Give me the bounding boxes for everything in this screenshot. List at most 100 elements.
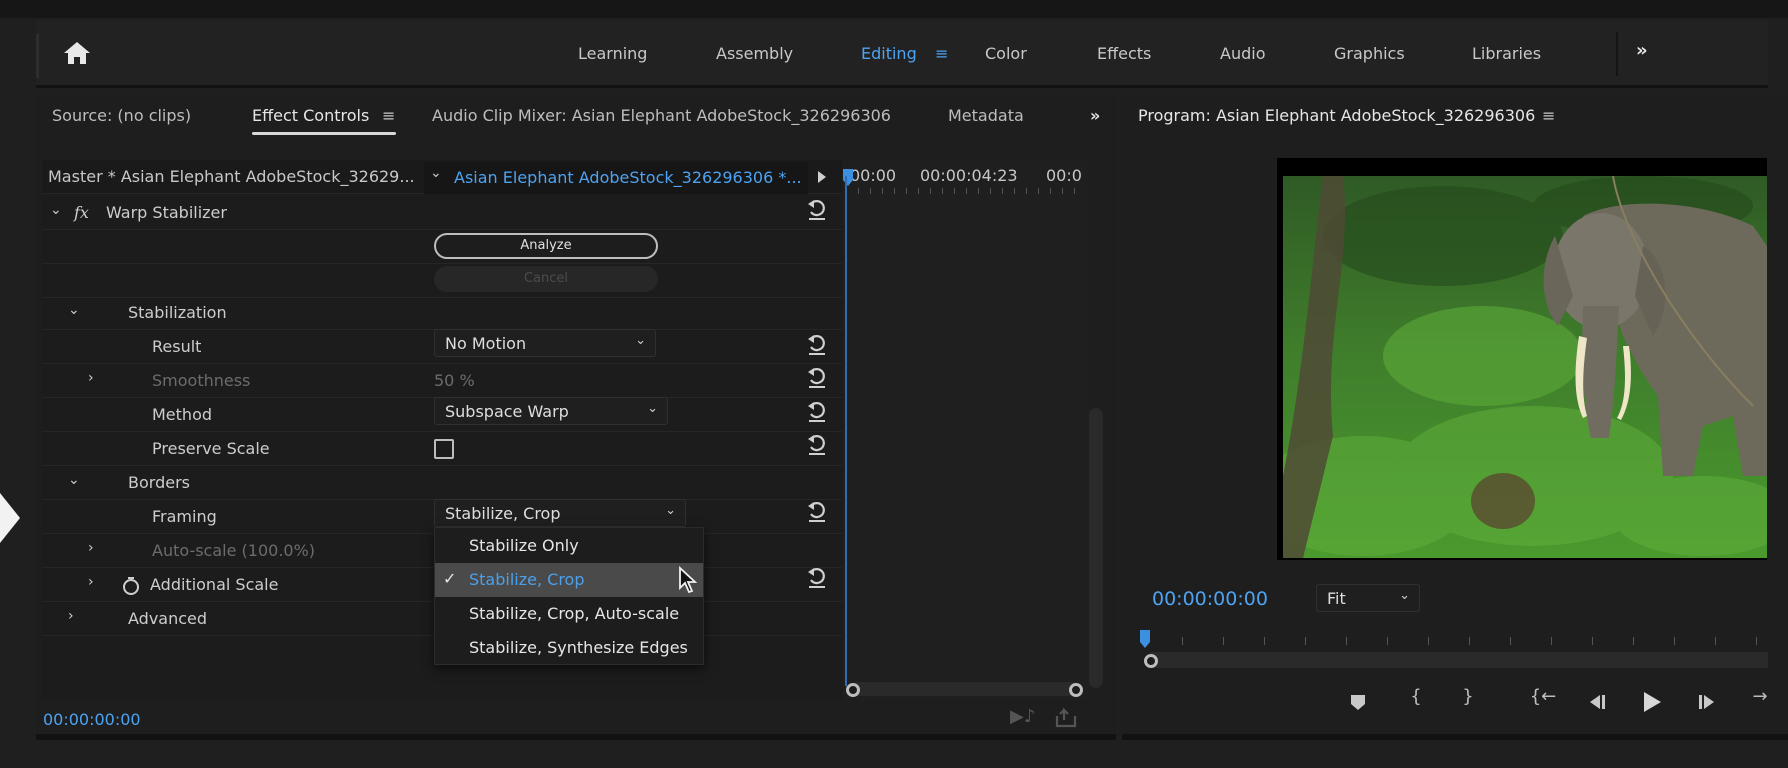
workspace-tab-learning[interactable]: Learning — [578, 44, 647, 63]
zoom-handle-right[interactable] — [1069, 683, 1083, 697]
playhead-icon[interactable] — [842, 168, 854, 188]
menu-item-stabilize-only[interactable]: Stabilize Only — [435, 529, 703, 563]
go-to-out-icon[interactable]: → — [1748, 686, 1772, 710]
workspace-tab-libraries[interactable]: Libraries — [1472, 44, 1541, 63]
framing-dropdown[interactable]: Stabilize, Crop ⌄ — [434, 499, 686, 527]
workspace-tab-color[interactable]: Color — [985, 44, 1027, 63]
tab-metadata[interactable]: Metadata — [948, 106, 1024, 125]
program-zoom-handle[interactable] — [1144, 654, 1158, 668]
effect-row-warp-stabilizer: ⌄ fx Warp Stabilizer — [42, 196, 842, 230]
stopwatch-icon[interactable] — [122, 576, 140, 596]
chevron-down-icon[interactable]: ⌄ — [68, 302, 80, 318]
reset-icon[interactable] — [806, 433, 828, 457]
chevron-right-icon[interactable]: › — [88, 574, 94, 590]
step-back-icon[interactable] — [1586, 692, 1608, 712]
reset-icon[interactable] — [806, 333, 828, 357]
chevron-down-icon: ⌄ — [1399, 588, 1410, 603]
master-clip-label: Master * Asian Elephant AdobeStock_32629… — [48, 167, 415, 186]
editing-menu-icon[interactable]: ≡ — [935, 44, 948, 63]
video-image — [1283, 176, 1767, 558]
cancel-button[interactable]: Cancel — [434, 266, 658, 292]
group-label-stabilization: Stabilization — [128, 303, 227, 322]
method-dropdown[interactable]: Subspace Warp ⌄ — [434, 397, 668, 425]
workspace-tab-assembly[interactable]: Assembly — [716, 44, 793, 63]
menu-item-stabilize-crop[interactable]: ✓ Stabilize, Crop — [435, 563, 703, 597]
reset-icon[interactable] — [806, 500, 828, 524]
workspace-tab-audio[interactable]: Audio — [1220, 44, 1265, 63]
tab-source[interactable]: Source: (no clips) — [52, 106, 191, 125]
audio-only-icon[interactable]: ▶♪ — [1010, 706, 1035, 727]
menu-item-label: Stabilize, Crop — [469, 570, 585, 589]
framing-dropdown-menu: Stabilize Only ✓ Stabilize, Crop Stabili… — [434, 527, 704, 665]
step-forward-icon[interactable] — [1696, 692, 1718, 712]
menu-item-stabilize-synthesize-edges[interactable]: Stabilize, Synthesize Edges — [435, 631, 703, 665]
play-triangle-icon[interactable] — [816, 169, 828, 185]
workspace-tab-editing[interactable]: Editing — [861, 44, 917, 63]
program-monitor-title[interactable]: Program: Asian Elephant AdobeStock_32629… — [1138, 106, 1535, 125]
horizontal-zoom-bar[interactable] — [850, 682, 1078, 696]
reset-icon[interactable] — [806, 198, 828, 222]
vertical-scrollbar[interactable] — [1089, 408, 1103, 688]
effect-timeline[interactable] — [844, 160, 1090, 700]
playhead-line — [845, 176, 847, 686]
property-label-auto-scale: Auto-scale (100.0%) — [152, 541, 316, 560]
zoom-handle-left[interactable] — [846, 683, 860, 697]
export-icon[interactable] — [1054, 706, 1078, 728]
chevron-down-icon[interactable]: ⌄ — [430, 165, 442, 181]
reset-icon[interactable] — [806, 566, 828, 590]
program-scrub-bar[interactable] — [1150, 652, 1768, 668]
sequence-clip-tab[interactable]: ⌄ Asian Elephant AdobeStock_326296306 *.… — [424, 162, 808, 194]
group-label-advanced: Advanced — [128, 609, 208, 628]
check-icon: ✓ — [443, 569, 457, 588]
chevron-right-icon[interactable]: › — [88, 370, 94, 386]
result-dropdown[interactable]: No Motion ⌄ — [434, 329, 656, 357]
analyze-button[interactable]: Analyze — [434, 233, 658, 259]
mark-in-icon[interactable]: { — [1404, 686, 1428, 710]
panel-bottom-edge — [36, 734, 1116, 740]
property-label-additional-scale: Additional Scale — [150, 575, 279, 594]
tab-effect-controls[interactable]: Effect Controls — [252, 106, 369, 125]
menu-item-stabilize-crop-auto-scale[interactable]: Stabilize, Crop, Auto-scale — [435, 597, 703, 631]
tab-audio-clip-mixer[interactable]: Audio Clip Mixer: Asian Elephant AdobeSt… — [432, 106, 891, 125]
workspace-tab-effects[interactable]: Effects — [1097, 44, 1151, 63]
effect-timeline-ruler[interactable]: 00:00 00:00:04:23 00:0 — [844, 162, 1090, 194]
panel-bottom-edge — [1122, 734, 1788, 740]
reset-icon[interactable] — [806, 366, 828, 390]
add-marker-icon[interactable] — [1348, 692, 1368, 712]
go-to-in-icon[interactable]: {← — [1528, 686, 1558, 710]
elephant-forest-image — [1283, 176, 1767, 558]
workspace-separator — [1616, 32, 1618, 76]
fx-icon[interactable]: fx — [74, 203, 89, 222]
program-menu-icon[interactable]: ≡ — [1542, 106, 1555, 125]
program-playhead-icon[interactable] — [1138, 628, 1152, 650]
zoom-level-dropdown[interactable]: Fit ⌄ — [1316, 584, 1420, 612]
zoom-level-value: Fit — [1327, 589, 1346, 608]
chevron-down-icon[interactable]: ⌄ — [50, 202, 62, 218]
home-icon[interactable] — [62, 40, 92, 66]
property-label-method: Method — [152, 405, 213, 424]
workspace-tab-graphics[interactable]: Graphics — [1334, 44, 1405, 63]
program-timecode[interactable]: 00:00:00:00 — [1152, 588, 1268, 610]
effect-controls-timecode[interactable]: 00:00:00:00 — [43, 710, 141, 729]
property-label-framing: Framing — [152, 507, 217, 526]
play-icon[interactable] — [1640, 690, 1664, 714]
program-video-frame[interactable] — [1277, 158, 1767, 560]
mouse-cursor-icon — [679, 566, 698, 594]
chevron-down-icon[interactable]: ⌄ — [68, 472, 80, 488]
chevron-right-icon[interactable]: › — [88, 540, 94, 556]
property-label-result: Result — [152, 337, 202, 356]
reset-icon[interactable] — [806, 400, 828, 424]
effect-controls-menu-icon[interactable]: ≡ — [382, 106, 395, 125]
property-label-smoothness: Smoothness — [152, 371, 251, 390]
mark-out-icon[interactable]: } — [1456, 686, 1480, 710]
framing-value: Stabilize, Crop — [445, 504, 561, 523]
preserve-scale-checkbox[interactable] — [434, 439, 454, 459]
group-label-borders: Borders — [128, 473, 190, 492]
property-row-preserve-scale: Preserve Scale — [42, 432, 842, 466]
chevron-right-icon[interactable]: › — [68, 608, 74, 624]
workspace-bar: Learning Assembly Editing ≡ Color Effect… — [36, 20, 1768, 88]
more-workspaces-icon[interactable]: » — [1636, 40, 1648, 61]
more-panels-icon[interactable]: » — [1090, 106, 1100, 125]
smoothness-value[interactable]: 50 % — [434, 371, 475, 390]
menu-item-label: Stabilize, Crop, Auto-scale — [469, 604, 680, 623]
